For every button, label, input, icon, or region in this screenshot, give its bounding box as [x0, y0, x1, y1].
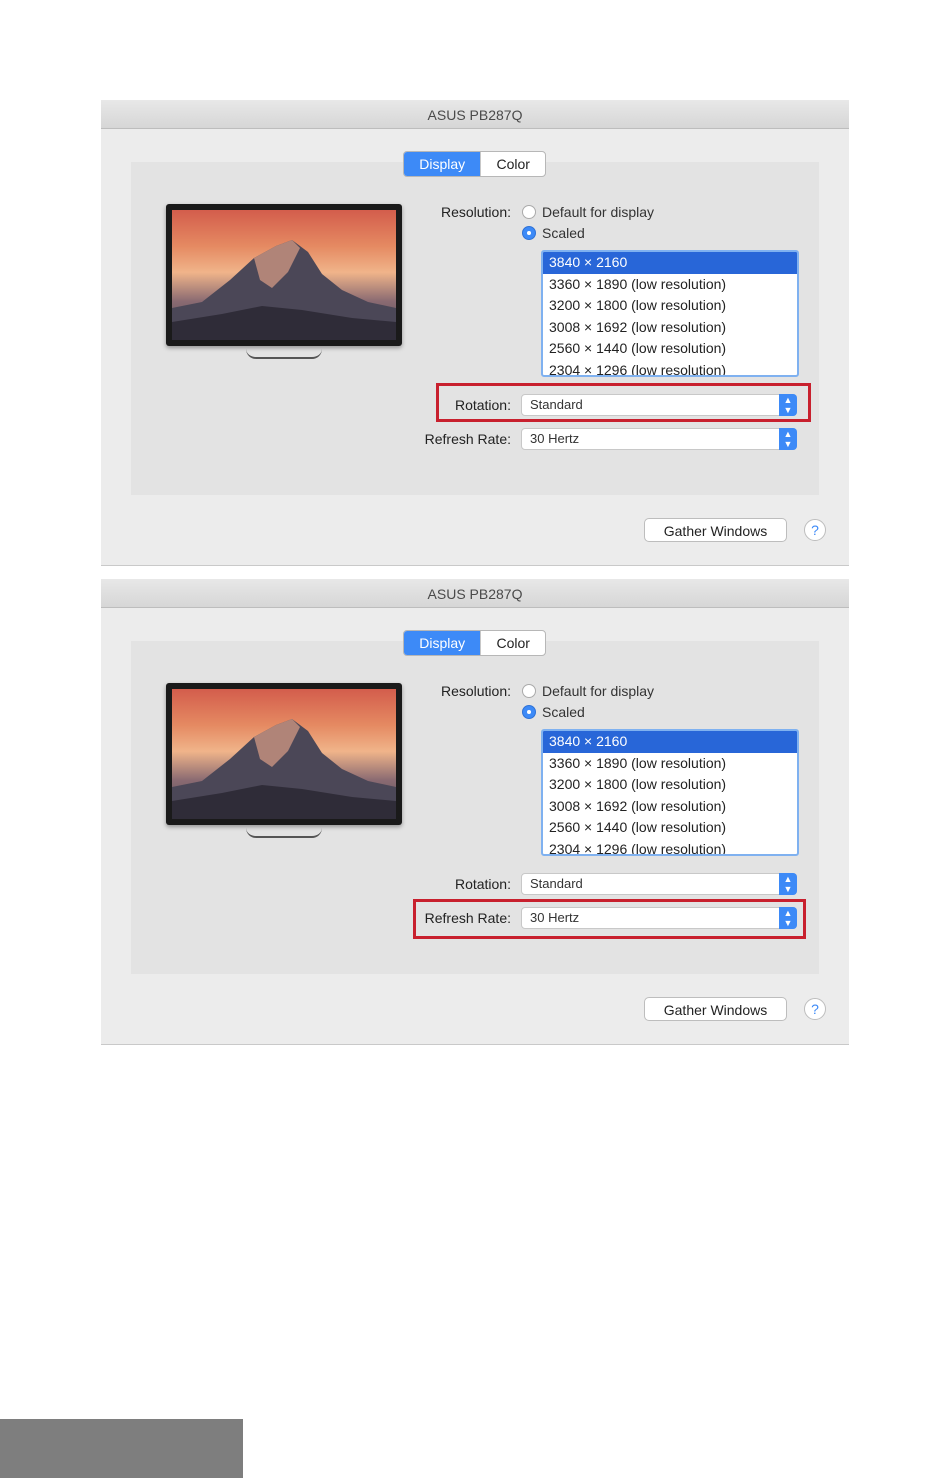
- monitor-stand: [246, 828, 322, 838]
- rotation-value: Standard: [530, 876, 583, 891]
- resolution-label: Resolution:: [440, 683, 511, 699]
- resolution-item[interactable]: 3008 × 1692 (low resolution): [543, 317, 797, 339]
- updown-chevron-icon: ▲ ▼: [779, 873, 797, 895]
- monitor-stand: [246, 349, 322, 359]
- resolution-item[interactable]: 3360 × 1890 (low resolution): [543, 753, 797, 775]
- help-icon[interactable]: ?: [804, 519, 826, 541]
- tab-display[interactable]: Display: [404, 152, 481, 176]
- help-icon[interactable]: ?: [804, 998, 826, 1020]
- refresh-rate-label: Refresh Rate:: [424, 431, 511, 447]
- resolution-list[interactable]: 3840 × 2160 3360 × 1890 (low resolution)…: [541, 729, 799, 856]
- updown-chevron-icon: ▲ ▼: [779, 428, 797, 450]
- resolution-item[interactable]: 3360 × 1890 (low resolution): [543, 274, 797, 296]
- monitor-icon: [166, 204, 402, 359]
- rotation-select[interactable]: Standard ▲ ▼: [521, 873, 797, 895]
- resolution-item[interactable]: 2304 × 1296 (low resolution): [543, 360, 797, 376]
- resolution-item[interactable]: 2560 × 1440 (low resolution): [543, 817, 797, 839]
- rotation-label: Rotation:: [454, 876, 511, 892]
- resolution-item[interactable]: 2304 × 1296 (low resolution): [543, 839, 797, 855]
- resolution-item[interactable]: 3840 × 2160: [543, 731, 797, 753]
- display-window-1: ASUS PB287Q Display Color Resolution: De…: [101, 100, 849, 566]
- tab-bar: Display Color: [403, 630, 546, 656]
- tab-color[interactable]: Color: [480, 631, 545, 655]
- resolution-item[interactable]: 3840 × 2160: [543, 252, 797, 274]
- window-title: ASUS PB287Q: [101, 579, 849, 608]
- page-footer-block: [0, 1419, 243, 1478]
- radio-default-label: Default for display: [542, 683, 655, 699]
- highlight-box-refresh-rate: [413, 899, 806, 939]
- tab-display[interactable]: Display: [404, 631, 481, 655]
- highlight-box-rotation: [436, 383, 811, 422]
- wallpaper-image: [172, 689, 396, 819]
- wallpaper-image: [172, 210, 396, 340]
- resolution-label: Resolution:: [440, 204, 511, 220]
- gather-windows-button[interactable]: Gather Windows: [644, 518, 787, 542]
- tab-color[interactable]: Color: [480, 152, 545, 176]
- resolution-item[interactable]: 3008 × 1692 (low resolution): [543, 796, 797, 818]
- monitor-icon: [166, 683, 402, 838]
- resolution-item[interactable]: 3200 × 1800 (low resolution): [543, 295, 797, 317]
- radio-default-label: Default for display: [542, 204, 655, 220]
- window-title: ASUS PB287Q: [101, 100, 849, 129]
- resolution-item[interactable]: 2560 × 1440 (low resolution): [543, 338, 797, 360]
- gather-windows-button[interactable]: Gather Windows: [644, 997, 787, 1021]
- radio-default-for-display[interactable]: [522, 205, 536, 219]
- radio-scaled[interactable]: [522, 226, 536, 240]
- tab-bar: Display Color: [403, 151, 546, 177]
- resolution-item[interactable]: 3200 × 1800 (low resolution): [543, 774, 797, 796]
- refresh-rate-value: 30 Hertz: [530, 431, 580, 446]
- radio-scaled[interactable]: [522, 705, 536, 719]
- display-window-2: ASUS PB287Q Display Color Resolution: De…: [101, 579, 849, 1045]
- radio-scaled-label: Scaled: [542, 704, 585, 720]
- refresh-rate-select[interactable]: 30 Hertz ▲ ▼: [521, 428, 797, 450]
- radio-scaled-label: Scaled: [542, 225, 585, 241]
- resolution-list[interactable]: 3840 × 2160 3360 × 1890 (low resolution)…: [541, 250, 799, 377]
- radio-default-for-display[interactable]: [522, 684, 536, 698]
